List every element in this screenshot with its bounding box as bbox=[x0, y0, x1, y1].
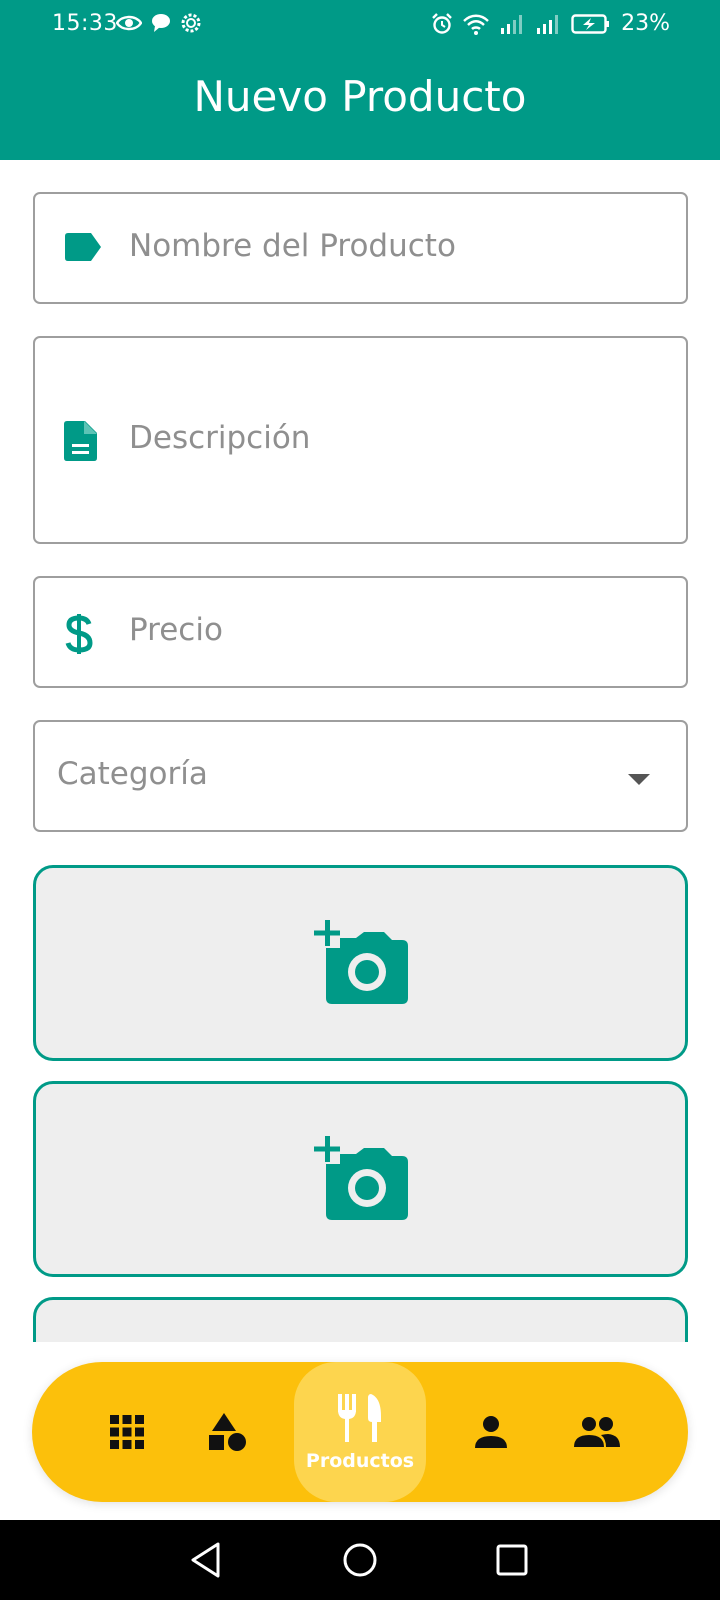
document-icon bbox=[64, 421, 97, 461]
battery-percentage: 23% bbox=[621, 11, 670, 36]
nav-item-profile[interactable] bbox=[456, 1362, 526, 1502]
dollar-icon bbox=[65, 614, 93, 654]
system-navigation-bar bbox=[0, 1520, 720, 1600]
nav-item-grid[interactable] bbox=[92, 1362, 162, 1502]
group-icon bbox=[574, 1417, 620, 1447]
price-field[interactable]: Precio bbox=[33, 576, 688, 688]
nav-item-users[interactable] bbox=[552, 1362, 642, 1502]
grid-icon bbox=[110, 1415, 144, 1449]
restaurant-icon bbox=[338, 1394, 381, 1442]
shapes-icon bbox=[209, 1413, 246, 1451]
nav-item-categories[interactable] bbox=[192, 1362, 262, 1502]
signal-icon bbox=[501, 14, 523, 34]
status-system-icons: 23% bbox=[431, 11, 670, 36]
settings-gear-icon bbox=[181, 13, 201, 33]
label-tag-icon bbox=[65, 233, 101, 261]
add-photo-icon bbox=[314, 1136, 408, 1220]
product-name-field[interactable]: Nombre del Producto bbox=[33, 192, 688, 304]
description-placeholder: Descripción bbox=[129, 420, 311, 456]
add-photo-button-1[interactable] bbox=[33, 865, 688, 1061]
signal-icon-2 bbox=[537, 14, 559, 34]
category-placeholder: Categoría bbox=[57, 756, 208, 792]
wifi-icon bbox=[463, 14, 489, 35]
nav-label-products: Productos bbox=[305, 1450, 415, 1472]
photo-list[interactable] bbox=[0, 860, 720, 1342]
bottom-navigation: Productos bbox=[32, 1362, 688, 1502]
product-name-placeholder: Nombre del Producto bbox=[129, 228, 456, 264]
add-photo-button-3[interactable] bbox=[33, 1297, 688, 1342]
category-dropdown[interactable]: Categoría bbox=[33, 720, 688, 832]
status-notification-icons bbox=[116, 12, 202, 34]
nav-item-products[interactable]: Productos bbox=[294, 1362, 426, 1502]
status-bar: 15:33 23% bbox=[0, 0, 720, 48]
eye-icon bbox=[116, 15, 142, 31]
status-time: 15:33 bbox=[52, 11, 118, 36]
page-title: Nuevo Producto bbox=[193, 72, 527, 121]
recent-apps-icon[interactable] bbox=[494, 1540, 530, 1580]
dropdown-arrow-icon bbox=[628, 774, 650, 785]
app-header: 15:33 23% Nuevo Producto bbox=[0, 0, 720, 160]
description-field[interactable]: Descripción bbox=[33, 336, 688, 544]
add-photo-icon bbox=[314, 920, 408, 1004]
chat-bubble-icon bbox=[152, 14, 170, 32]
price-placeholder: Precio bbox=[129, 612, 223, 648]
add-photo-button-2[interactable] bbox=[33, 1081, 688, 1277]
alarm-icon bbox=[432, 12, 452, 34]
back-icon[interactable] bbox=[188, 1540, 224, 1580]
person-icon bbox=[475, 1416, 507, 1448]
battery-charging-icon bbox=[571, 13, 610, 34]
home-icon[interactable] bbox=[340, 1540, 380, 1580]
